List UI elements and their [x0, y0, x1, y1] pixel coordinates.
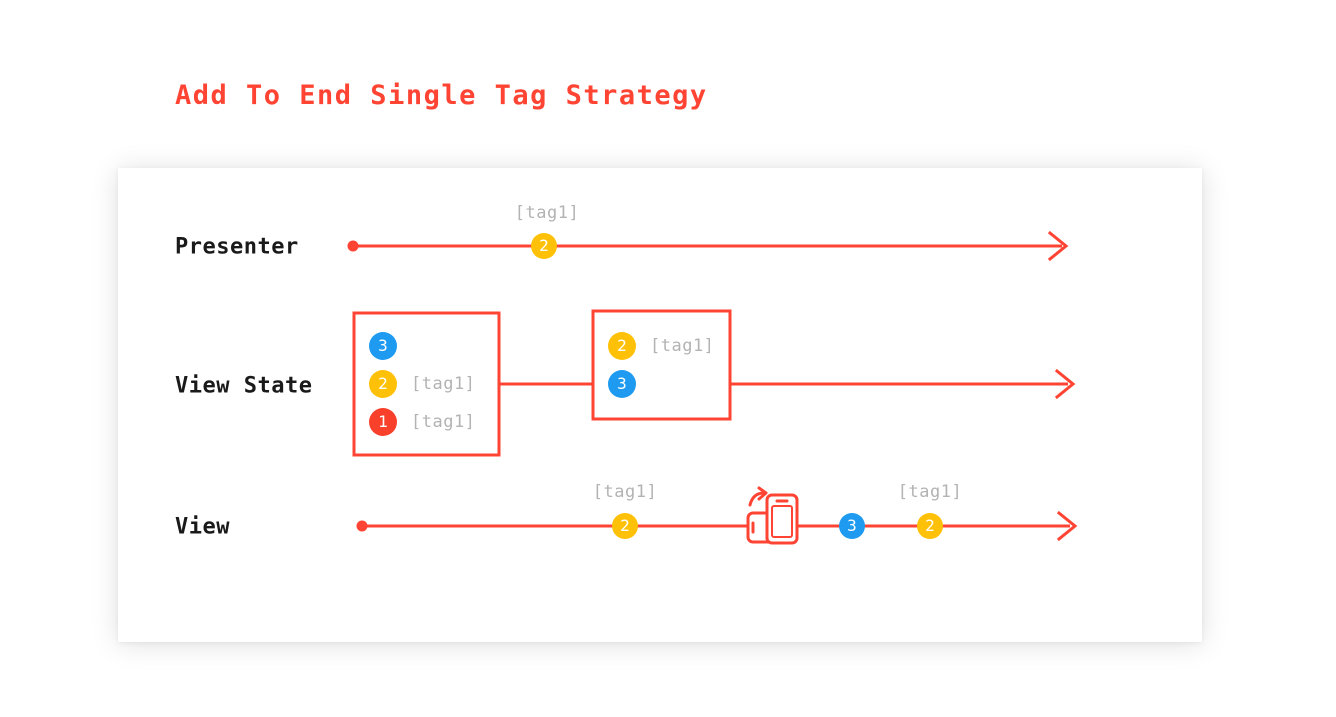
view-state-box-2-item-1-circle[interactable]: 2: [608, 332, 636, 360]
view-state-box-1-item-2-circle[interactable]: 2: [369, 370, 397, 398]
view-state-box-1-item-2-tag: [tag1]: [411, 374, 476, 394]
view-event-1-circle[interactable]: 2: [612, 513, 638, 539]
lane-label-view: View: [175, 514, 230, 540]
view-event-2-circle[interactable]: 3: [839, 513, 865, 539]
page-title: Add To End Single Tag Strategy: [175, 80, 708, 111]
view-event-3-tag: [tag1]: [897, 482, 963, 502]
view-state-box-2-item-1-tag: [tag1]: [650, 336, 715, 356]
view-state-box-1-item-3-tag: [tag1]: [411, 412, 476, 432]
view-state-box-2-item-2-circle[interactable]: 3: [608, 370, 636, 398]
view-event-1-tag: [tag1]: [592, 482, 658, 502]
lane-label-view-state: View State: [175, 373, 313, 399]
view-state-box-1-item-1-circle[interactable]: 3: [369, 332, 397, 360]
view-state-box-1-item-3-circle[interactable]: 1: [369, 408, 397, 436]
view-event-3-circle[interactable]: 2: [917, 513, 943, 539]
presenter-event-tag: [tag1]: [514, 203, 580, 223]
lane-label-presenter: Presenter: [175, 234, 299, 260]
presenter-event-circle[interactable]: 2: [531, 233, 557, 259]
